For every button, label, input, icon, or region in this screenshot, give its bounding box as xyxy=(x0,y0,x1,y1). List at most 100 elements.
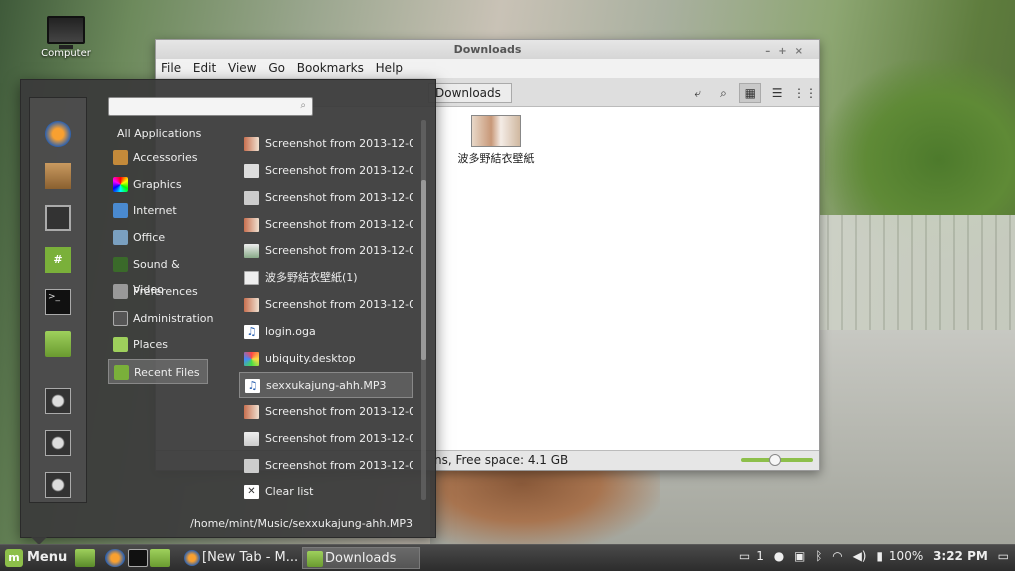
terminal-launcher-icon[interactable] xyxy=(128,549,148,567)
recent-file-item[interactable]: Screenshot from 2013-12-02 15 xyxy=(239,453,413,479)
recent-file-label: Screenshot from 2013-12-02 15 xyxy=(265,164,413,177)
user-icon[interactable]: ● xyxy=(774,549,784,563)
terminal-icon[interactable]: >_ xyxy=(45,289,71,315)
menu-help[interactable]: Help xyxy=(376,61,403,75)
audio-file-icon: ♫ xyxy=(245,379,260,393)
menu-file[interactable]: File xyxy=(161,61,181,75)
image-file-icon xyxy=(244,137,259,151)
file-name: 波多野結衣壁紙 xyxy=(457,152,535,165)
show-desktop-icon[interactable] xyxy=(75,549,95,567)
recent-file-item[interactable]: Screenshot from 2013-12-02 15 xyxy=(239,131,413,157)
firefox-icon[interactable] xyxy=(45,121,71,147)
recent-file-label: 波多野結衣壁紙(1) xyxy=(265,271,358,284)
terminal-hash-icon[interactable]: # xyxy=(45,247,71,273)
power-icon[interactable] xyxy=(45,472,71,498)
accessories-icon xyxy=(113,150,128,165)
task-downloads-window[interactable]: Downloads xyxy=(302,547,420,569)
scrollbar-thumb[interactable] xyxy=(421,180,426,360)
recent-file-item[interactable]: Screenshot from 2013-12-02 15 xyxy=(239,238,413,264)
update-manager-icon[interactable]: ▣ xyxy=(794,549,805,563)
recent-file-item[interactable]: 波多野結衣壁紙(1) xyxy=(239,265,413,291)
status-text: ns, Free space: 4.1 GB xyxy=(434,453,569,467)
files-launcher-icon[interactable] xyxy=(150,549,170,567)
firefox-icon xyxy=(184,550,200,566)
file-item[interactable]: 波多野結衣壁紙 xyxy=(451,115,541,166)
toggle-location-icon[interactable]: ⤶ xyxy=(688,84,708,102)
close-icon[interactable]: × xyxy=(795,46,811,57)
logout-icon[interactable] xyxy=(45,430,71,456)
folder-icon xyxy=(307,551,323,567)
search-icon[interactable]: ⌕ xyxy=(714,84,734,102)
software-manager-icon[interactable] xyxy=(45,163,71,189)
recent-file-item-selected[interactable]: ♫ sexxukajung-ahh.MP3 xyxy=(239,372,413,398)
icon-view-icon[interactable]: ▦ xyxy=(739,83,762,103)
window-titlebar[interactable]: Downloads –+× xyxy=(156,40,819,59)
recent-file-label: Screenshot from 2013-12-02 15 xyxy=(265,137,413,150)
task-firefox-window[interactable]: [New Tab - M... xyxy=(180,547,298,569)
recent-file-item[interactable]: Screenshot from 2013-12-02 15 xyxy=(239,426,413,452)
path-button-downloads[interactable]: Downloads xyxy=(428,83,512,103)
recent-file-label: Screenshot from 2013-12-02 15 xyxy=(265,218,413,231)
category-label: Graphics xyxy=(133,178,182,191)
recent-file-item[interactable]: Screenshot from 2013-12-02 15 xyxy=(239,399,413,425)
category-graphics[interactable]: Graphics xyxy=(108,172,208,197)
recent-file-label: Screenshot from 2013-12-02 15 xyxy=(265,459,413,472)
internet-icon xyxy=(113,203,128,218)
recent-files-scrollbar[interactable] xyxy=(421,120,426,500)
category-recent-files[interactable]: Recent Files xyxy=(108,359,208,384)
recent-file-item[interactable]: Screenshot from 2013-12-02 15 xyxy=(239,185,413,211)
lock-screen-icon[interactable] xyxy=(45,388,71,414)
image-file-icon xyxy=(244,405,259,419)
category-accessories[interactable]: Accessories xyxy=(108,145,208,170)
category-places[interactable]: Places xyxy=(108,332,208,357)
display-icon[interactable]: ▭ xyxy=(998,549,1009,563)
volume-icon[interactable]: ◀) xyxy=(853,549,867,563)
battery-icon[interactable]: ▮ xyxy=(876,549,883,563)
menu-bookmarks[interactable]: Bookmarks xyxy=(297,61,364,75)
recent-file-label: Screenshot from 2013-12-02 15 xyxy=(265,298,413,311)
menu-search-input[interactable] xyxy=(109,98,292,113)
category-administration[interactable]: Administration xyxy=(108,306,214,331)
menu-go[interactable]: Go xyxy=(268,61,285,75)
menu-view[interactable]: View xyxy=(228,61,256,75)
clear-list-button[interactable]: ✕ Clear list xyxy=(239,479,413,505)
places-folder-icon xyxy=(113,337,128,352)
monitor-icon xyxy=(47,16,85,49)
image-thumbnail-icon xyxy=(471,115,521,147)
image-file-icon xyxy=(244,191,259,205)
system-settings-icon[interactable] xyxy=(45,205,71,231)
notifications-icon[interactable]: ▭ xyxy=(739,549,750,563)
category-internet[interactable]: Internet xyxy=(108,198,208,223)
category-all-applications[interactable]: All Applications xyxy=(117,127,201,140)
maximize-icon[interactable]: + xyxy=(778,46,794,57)
compact-view-icon[interactable]: ⋮⋮ xyxy=(793,84,817,102)
category-sound-video[interactable]: Sound & Video xyxy=(108,252,208,296)
image-file-icon xyxy=(244,298,259,312)
image-file-icon xyxy=(244,459,259,473)
recent-file-item[interactable]: ubiquity.desktop xyxy=(239,346,413,372)
minimize-icon[interactable]: – xyxy=(765,46,778,57)
category-preferences[interactable]: Preferences xyxy=(108,279,208,304)
recent-file-item[interactable]: ♫ login.oga xyxy=(239,319,413,345)
zoom-slider[interactable] xyxy=(741,454,813,466)
category-office[interactable]: Office xyxy=(108,225,208,250)
network-wifi-icon[interactable]: ◠ xyxy=(832,549,842,563)
menu-edit[interactable]: Edit xyxy=(193,61,216,75)
office-icon xyxy=(113,230,128,245)
zoom-slider-handle[interactable] xyxy=(768,454,781,466)
task-label: Downloads xyxy=(325,551,397,566)
image-file-icon xyxy=(244,244,259,258)
recent-file-item[interactable]: Screenshot from 2013-12-02 15 xyxy=(239,158,413,184)
firefox-launcher-icon[interactable] xyxy=(105,549,125,567)
recent-file-item[interactable]: Screenshot from 2013-12-02 15 xyxy=(239,292,413,318)
search-icon: ⌕ xyxy=(300,100,306,111)
list-view-icon[interactable]: ☰ xyxy=(767,84,787,102)
menu-button[interactable]: m Menu xyxy=(3,548,67,568)
recent-file-label: Screenshot from 2013-12-02 15 xyxy=(265,191,413,204)
clock[interactable]: 3:22 PM xyxy=(933,549,988,563)
category-label: Recent Files xyxy=(134,366,200,379)
bluetooth-icon[interactable]: ᛒ xyxy=(815,549,822,563)
home-folder-icon[interactable] xyxy=(45,331,71,357)
desktop-icon-computer[interactable]: Computer xyxy=(38,14,94,59)
recent-file-item[interactable]: Screenshot from 2013-12-02 15 xyxy=(239,212,413,238)
